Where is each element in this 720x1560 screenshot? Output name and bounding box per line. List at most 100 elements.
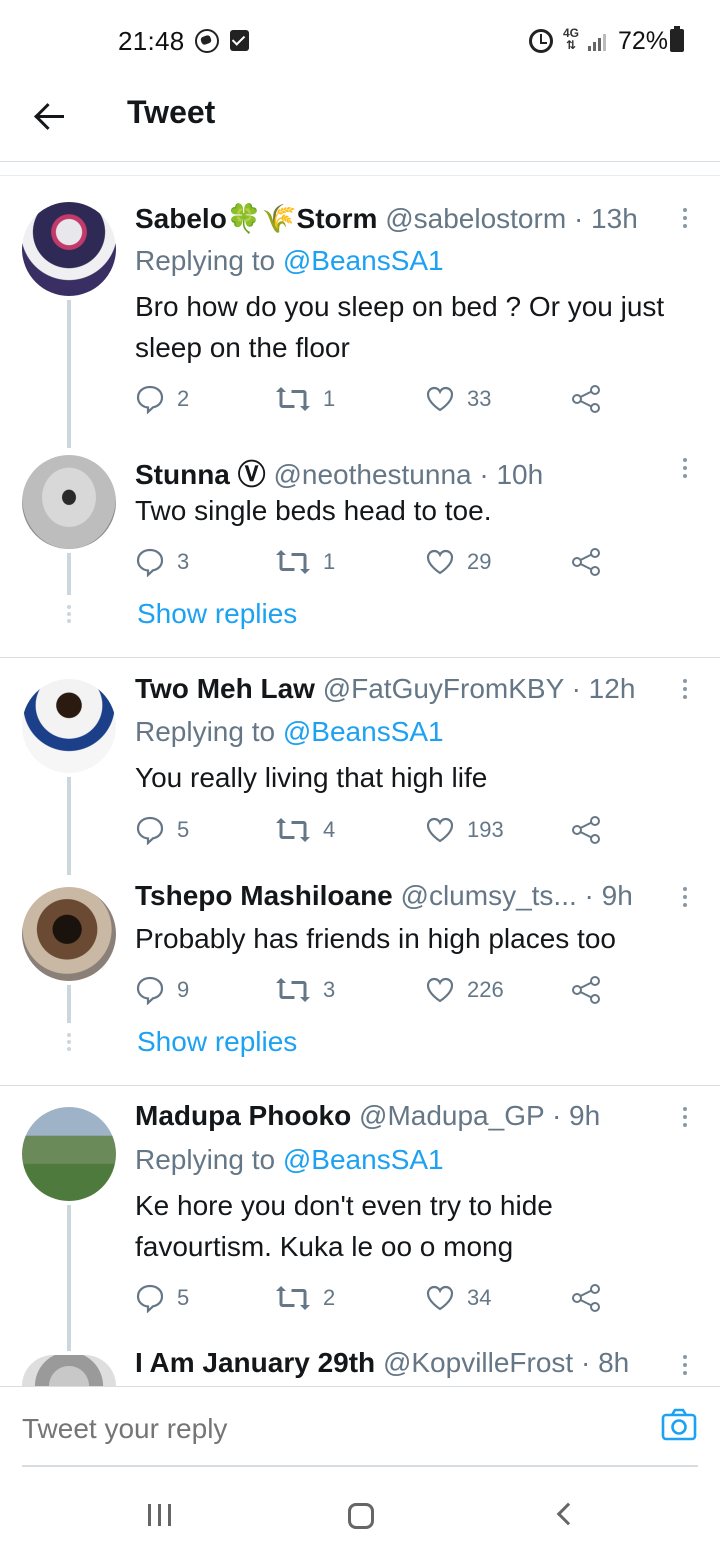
- status-bar: 21:48 4G ⇅ 72%: [0, 0, 720, 84]
- author-name[interactable]: Two Meh Law: [135, 673, 315, 704]
- more-icon[interactable]: [680, 1355, 690, 1379]
- author-handle[interactable]: @neothestunna: [273, 459, 471, 490]
- share-button[interactable]: [570, 544, 602, 580]
- thread-line: [67, 777, 71, 875]
- thread-dots: [67, 605, 71, 626]
- like-icon: [426, 817, 454, 843]
- author-handle[interactable]: @sabelostorm: [385, 203, 566, 234]
- share-icon: [572, 1284, 600, 1312]
- author-handle[interactable]: @Madupa_GP: [359, 1100, 544, 1131]
- author-name[interactable]: Tshepo Mashiloane: [135, 880, 393, 911]
- retweet-icon: [276, 978, 310, 1002]
- tweet-time: 9h: [569, 1100, 601, 1131]
- retweet-icon: [276, 387, 310, 411]
- system-back-icon[interactable]: [556, 1502, 580, 1526]
- share-button[interactable]: [570, 381, 602, 417]
- like-button[interactable]: 34: [425, 1280, 491, 1316]
- more-icon[interactable]: [680, 1107, 690, 1131]
- replying-to-link[interactable]: @BeansSA1: [283, 1144, 444, 1175]
- like-icon: [426, 386, 454, 412]
- whatsapp-icon: [195, 29, 219, 53]
- back-arrow-icon[interactable]: [30, 96, 70, 136]
- conversation-divider: [0, 657, 720, 658]
- tweet-actions: 2 1 33: [135, 381, 615, 417]
- camera-icon[interactable]: [661, 1407, 697, 1441]
- tweet-actions: 3 1 29: [135, 544, 615, 580]
- more-icon[interactable]: [680, 208, 690, 232]
- composer-underline: [22, 1465, 698, 1467]
- tweet-text: Probably has friends in high places too: [135, 923, 616, 954]
- author-handle[interactable]: @clumsy_ts...: [401, 880, 577, 911]
- share-icon: [572, 816, 600, 844]
- more-icon[interactable]: [680, 458, 690, 482]
- reply-button[interactable]: 3: [135, 544, 189, 580]
- share-button[interactable]: [570, 812, 602, 848]
- avatar[interactable]: [22, 887, 116, 981]
- recent-apps-icon[interactable]: [148, 1504, 174, 1526]
- tweet-actions: 5 4 193: [135, 812, 615, 848]
- retweet-button[interactable]: 4: [275, 812, 335, 848]
- tweet-time: 8h: [598, 1347, 630, 1378]
- checkbox-notification-icon: [230, 30, 249, 51]
- avatar[interactable]: [22, 455, 116, 549]
- like-icon: [426, 977, 454, 1003]
- author-name[interactable]: Stunna Ⓥ: [135, 459, 266, 490]
- network-type: 4G ⇅: [563, 26, 580, 52]
- like-button[interactable]: 29: [425, 544, 491, 580]
- like-icon: [426, 549, 454, 575]
- tweet-header: Sabelo🍀🌾Storm @sabelostorm · 13h: [135, 203, 638, 234]
- retweet-button[interactable]: 1: [275, 381, 335, 417]
- retweet-button[interactable]: 1: [275, 544, 335, 580]
- thread-line: [67, 1205, 71, 1351]
- show-replies-link[interactable]: Show replies: [137, 598, 297, 630]
- retweet-icon: [276, 818, 310, 842]
- thread-line: [67, 300, 71, 448]
- retweet-icon: [276, 550, 310, 574]
- author-name[interactable]: I Am January 29th: [135, 1347, 375, 1378]
- share-icon: [572, 548, 600, 576]
- like-icon: [426, 1285, 454, 1311]
- alarm-icon: [529, 29, 553, 53]
- avatar[interactable]: [22, 1107, 116, 1201]
- tweet-time: 12h: [588, 673, 636, 704]
- replying-to-link[interactable]: @BeansSA1: [283, 716, 444, 747]
- author-handle[interactable]: @FatGuyFromKBY: [323, 673, 564, 704]
- home-icon[interactable]: [348, 1503, 374, 1529]
- author-name[interactable]: Sabelo🍀🌾Storm: [135, 203, 377, 234]
- battery-percent: 72%: [618, 27, 669, 55]
- page-title: Tweet: [127, 94, 216, 130]
- thread-dots: [67, 1033, 71, 1054]
- author-name[interactable]: Madupa Phooko: [135, 1100, 351, 1131]
- tweet-text: You really living that high life: [135, 762, 488, 793]
- avatar[interactable]: [22, 1355, 116, 1386]
- reply-button[interactable]: 9: [135, 972, 189, 1008]
- like-button[interactable]: 193: [425, 812, 504, 848]
- tweet-text: Two single beds head to toe.: [135, 495, 492, 526]
- share-button[interactable]: [570, 972, 602, 1008]
- tweet-actions: 5 2 34: [135, 1280, 615, 1316]
- reply-icon: [136, 385, 164, 414]
- system-nav-bar: [0, 1470, 720, 1560]
- retweet-button[interactable]: 2: [275, 1280, 335, 1316]
- thread-line: [67, 985, 71, 1023]
- reply-button[interactable]: 5: [135, 1280, 189, 1316]
- signal-icon: [588, 31, 610, 51]
- author-handle[interactable]: @KopvilleFrost: [383, 1347, 573, 1378]
- like-button[interactable]: 33: [425, 381, 491, 417]
- like-button[interactable]: 226: [425, 972, 504, 1008]
- replying-to: Replying to @BeansSA1: [135, 716, 444, 747]
- show-replies-link[interactable]: Show replies: [137, 1026, 297, 1058]
- more-icon[interactable]: [680, 887, 690, 911]
- reply-input[interactable]: [22, 1413, 582, 1445]
- avatar[interactable]: [22, 202, 116, 296]
- retweet-button[interactable]: 3: [275, 972, 335, 1008]
- replying-to-link[interactable]: @BeansSA1: [283, 245, 444, 276]
- replying-to: Replying to @BeansSA1: [135, 1144, 444, 1175]
- reply-button[interactable]: 2: [135, 381, 189, 417]
- retweet-icon: [276, 1286, 310, 1310]
- share-button[interactable]: [570, 1280, 602, 1316]
- more-icon[interactable]: [680, 679, 690, 703]
- avatar[interactable]: [22, 679, 116, 773]
- reply-button[interactable]: 5: [135, 812, 189, 848]
- tweet-header: Madupa Phooko @Madupa_GP · 9h: [135, 1100, 601, 1131]
